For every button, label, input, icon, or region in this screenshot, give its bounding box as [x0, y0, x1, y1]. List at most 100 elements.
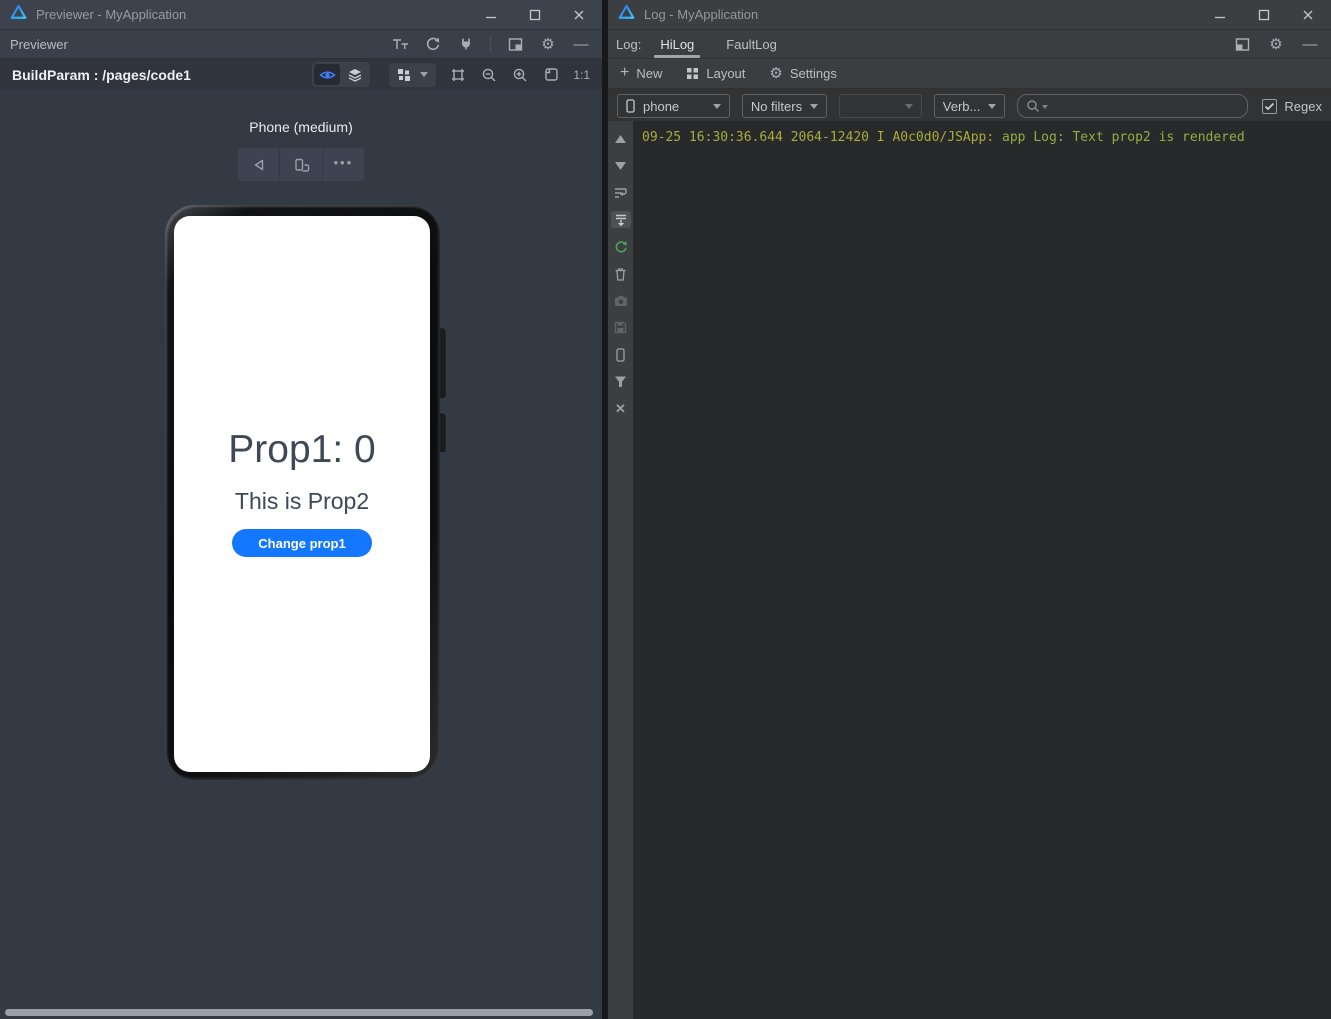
horizontal-scrollbar[interactable]: [5, 1009, 593, 1016]
log-window: Log - MyApplication Log: HiLog FaultLog …: [608, 0, 1331, 1019]
prop2-text: This is Prop2: [174, 488, 430, 515]
scroll-up-icon[interactable]: [611, 130, 631, 147]
ratio-1-1-label[interactable]: 1:1: [573, 68, 590, 82]
frame-bounds-icon[interactable]: [449, 66, 467, 84]
log-tab-bar: Log: HiLog FaultLog ⚙ —: [608, 30, 1331, 59]
log-line-message: app Log: Text prop2 is rendered: [1002, 130, 1245, 145]
text-size-icon[interactable]: [391, 35, 409, 53]
change-prop1-button[interactable]: Change prop1: [232, 529, 372, 557]
preview-canvas: Phone (medium) ••• Prop1: 0 This is Prop…: [0, 89, 602, 1019]
back-triangle-icon[interactable]: [238, 148, 280, 181]
previewer-window: Previewer - MyApplication Previewer ⚙ —: [0, 0, 602, 1019]
caret-down-icon: [420, 72, 428, 77]
log-main-area: ✕ 09-25 16:30:36.644 2064-12420 I A0c0d0…: [608, 121, 1331, 1019]
new-button-label: New: [636, 66, 662, 81]
module-dropdown[interactable]: [839, 94, 922, 118]
layout-button-label: Layout: [706, 66, 745, 81]
plus-icon: +: [620, 65, 629, 83]
inspector-icon[interactable]: [457, 35, 475, 53]
close-icon[interactable]: [1301, 8, 1315, 22]
zoom-in-icon[interactable]: [511, 66, 529, 84]
tab-hilog-label: HiLog: [660, 37, 694, 52]
settings-button-label: Settings: [790, 66, 837, 81]
layout-panel-icon[interactable]: [506, 35, 524, 53]
device-dropdown[interactable]: phone: [617, 94, 730, 118]
log-label: Log:: [616, 37, 641, 52]
previewer-toolbar-title: Previewer: [10, 37, 68, 52]
log-titlebar[interactable]: Log - MyApplication: [608, 0, 1331, 30]
regex-option: Regex: [1262, 99, 1322, 114]
grid-icon: [397, 68, 411, 82]
log-level-dropdown[interactable]: Verb...: [934, 94, 1006, 118]
previewer-titlebar[interactable]: Previewer - MyApplication: [0, 0, 602, 30]
scroll-down-icon[interactable]: [611, 157, 631, 174]
screenshot-icon[interactable]: [611, 292, 631, 309]
fit-screen-icon[interactable]: [542, 66, 560, 84]
scroll-to-end-icon[interactable]: [611, 211, 631, 228]
tab-faultlog[interactable]: FaultLog: [723, 30, 780, 58]
layers-icon[interactable]: [342, 64, 368, 85]
search-history-caret-icon: [1042, 105, 1048, 109]
settings-button[interactable]: ⚙ Settings: [769, 66, 836, 81]
phone-screen: Prop1: 0 This is Prop2 Change prop1: [174, 216, 430, 772]
search-icon: [1026, 99, 1040, 113]
layout-grid-icon: [686, 67, 699, 80]
close-icon[interactable]: [572, 8, 586, 22]
caret-down-icon: [988, 104, 996, 109]
device-controls: •••: [238, 148, 364, 181]
caret-down-icon: [713, 104, 721, 109]
tab-hilog[interactable]: HiLog: [657, 30, 697, 58]
clear-log-icon[interactable]: [611, 265, 631, 282]
active-tab-underline: [654, 55, 700, 58]
toolbar-separator: [490, 36, 491, 52]
maximize-icon[interactable]: [1257, 8, 1271, 22]
filters-dropdown[interactable]: No filters: [742, 94, 827, 118]
caret-down-icon: [905, 104, 913, 109]
device-name-label: Phone (medium): [0, 119, 602, 135]
build-param-label: BuildParam : /pages/code1: [12, 67, 191, 83]
log-window-title: Log - MyApplication: [644, 7, 758, 22]
log-content[interactable]: 09-25 16:30:36.644 2064-12420 I A0c0d0/J…: [633, 121, 1331, 1019]
regex-label: Regex: [1284, 99, 1322, 114]
regex-checkbox[interactable]: [1262, 99, 1277, 114]
log-filter-bar: phone No filters Verb... Regex: [608, 89, 1331, 124]
deveco-logo-icon: [10, 4, 27, 26]
rotate-device-icon[interactable]: [280, 148, 322, 181]
layout-grid-dropdown[interactable]: [389, 63, 436, 87]
save-log-icon[interactable]: [611, 319, 631, 336]
hide-icon[interactable]: —: [572, 35, 590, 53]
more-dots-icon[interactable]: •••: [323, 148, 364, 181]
inspect-eye-icon[interactable]: [314, 64, 340, 85]
buildparam-bar: BuildParam : /pages/code1: [0, 59, 602, 90]
layout-button[interactable]: Layout: [686, 66, 745, 81]
new-button[interactable]: + New: [620, 65, 662, 83]
soft-wrap-icon[interactable]: [611, 184, 631, 201]
check-icon: [1264, 102, 1275, 111]
preview-mode-toggle: [312, 62, 370, 87]
tab-faultlog-label: FaultLog: [726, 37, 777, 52]
maximize-icon[interactable]: [528, 8, 542, 22]
filters-dropdown-value: No filters: [751, 99, 802, 114]
search-input[interactable]: [1017, 94, 1248, 118]
close-icon[interactable]: ✕: [611, 400, 631, 417]
deveco-logo-icon: [618, 4, 635, 26]
minimize-icon[interactable]: [484, 8, 498, 22]
gear-icon[interactable]: ⚙: [1267, 35, 1285, 53]
hide-icon[interactable]: —: [1301, 35, 1319, 53]
rerun-icon[interactable]: [611, 238, 631, 255]
gear-icon: ⚙: [769, 66, 782, 81]
prop1-text: Prop1: 0: [174, 428, 430, 472]
layout-panel-icon[interactable]: [1233, 35, 1251, 53]
caret-down-icon: [810, 104, 818, 109]
log-side-toolbar: ✕: [608, 121, 633, 1019]
device-icon[interactable]: [611, 346, 631, 363]
phone-icon: [626, 99, 635, 113]
minimize-icon[interactable]: [1213, 8, 1227, 22]
log-actions-bar: + New Layout ⚙ Settings: [608, 59, 1331, 89]
previewer-toolbar: Previewer ⚙ —: [0, 30, 602, 59]
filter-funnel-icon[interactable]: [611, 373, 631, 390]
gear-icon[interactable]: ⚙: [539, 35, 557, 53]
log-line: 09-25 16:30:36.644 2064-12420 I A0c0d0/J…: [642, 130, 1331, 146]
zoom-out-icon[interactable]: [480, 66, 498, 84]
refresh-icon[interactable]: [424, 35, 442, 53]
